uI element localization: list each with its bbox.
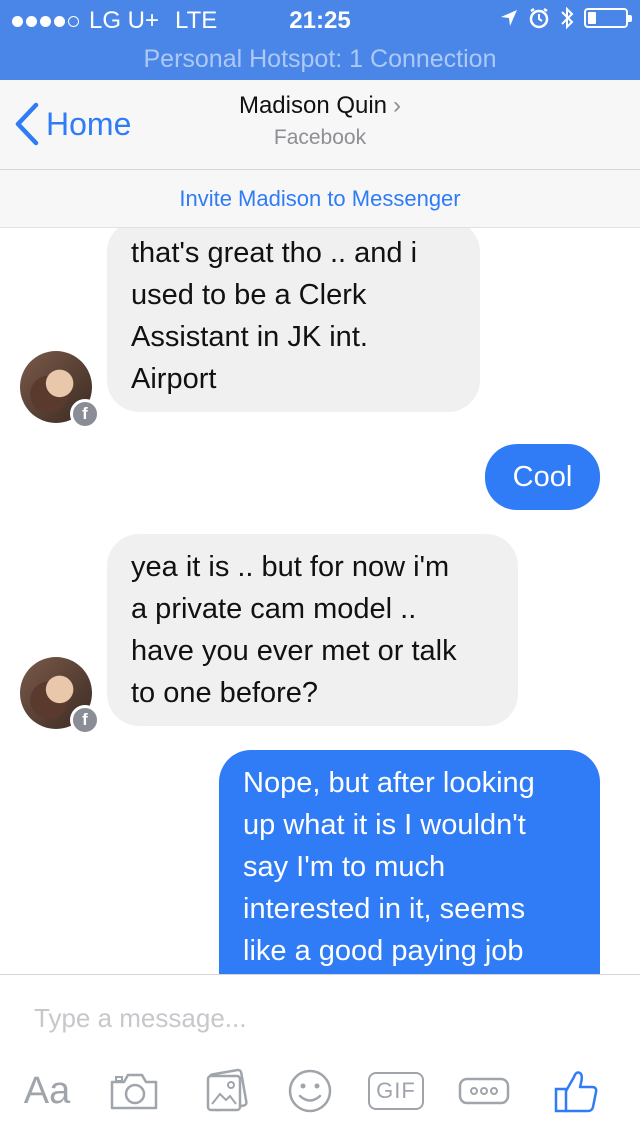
message-line: Airport: [131, 363, 217, 395]
outgoing-message[interactable]: Nope, but after looking up what it is I …: [219, 750, 600, 974]
gif-label: GIF: [376, 1078, 416, 1103]
battery-icon: [584, 8, 632, 28]
incoming-message[interactable]: yea it is .. but for now i'm a private c…: [107, 534, 518, 726]
thumbs-up-icon: [554, 1071, 598, 1113]
gif-icon: GIF: [368, 1072, 424, 1110]
incoming-message[interactable]: that's great tho .. and i used to be a C…: [107, 228, 480, 412]
composer-toolbar: Aa GIF: [0, 1045, 640, 1136]
facebook-badge-icon: f: [70, 705, 100, 735]
more-options-button[interactable]: [456, 1045, 512, 1136]
message-line: used to be a Clerk: [131, 279, 367, 311]
facebook-badge-icon: f: [70, 399, 100, 429]
text-format-label: Aa: [23, 1069, 71, 1112]
like-button[interactable]: [548, 1045, 604, 1136]
avatar[interactable]: f: [20, 657, 100, 735]
message-line: Cool: [512, 461, 573, 493]
message-line: have you ever met or talk: [131, 635, 457, 667]
message-line: interested in it, seems: [243, 893, 526, 925]
location-arrow-icon: [501, 10, 517, 26]
message-list[interactable]: that's great tho .. and i used to be a C…: [0, 228, 640, 974]
message-line: up what it is I wouldn't: [243, 809, 526, 841]
gif-button[interactable]: GIF: [368, 1045, 424, 1136]
message-line: say I'm to much: [243, 851, 446, 883]
message-line: to one before?: [131, 677, 319, 709]
bluetooth-icon: [561, 6, 574, 30]
message-line: that's great tho .. and i: [131, 237, 418, 269]
message-line: Assistant in JK int.: [131, 321, 368, 353]
camera-button[interactable]: [104, 1045, 164, 1136]
emoji-button[interactable]: [284, 1045, 336, 1136]
contact-name-button[interactable]: Madison Quin ›: [0, 92, 640, 120]
alarm-icon: [529, 7, 549, 29]
message-composer: Type a message... Aa GIF: [0, 974, 640, 1136]
message-line: like a good paying job: [243, 935, 524, 967]
smiley-icon: [288, 1069, 332, 1113]
message-line: Nope, but after looking: [243, 767, 535, 799]
text-format-button[interactable]: Aa: [12, 1045, 82, 1136]
camera-icon: [110, 1073, 158, 1110]
more-icon: [458, 1077, 510, 1105]
chevron-right-icon: ›: [393, 92, 402, 119]
conversation-header: Home Madison Quin › Facebook: [0, 80, 640, 170]
personal-hotspot-banner[interactable]: Personal Hotspot: 1 Connection: [0, 40, 640, 80]
contact-name: Madison Quin: [238, 92, 388, 119]
message-line: yea it is .. but for now i'm: [131, 551, 450, 583]
invite-to-messenger-link[interactable]: Invite Madison to Messenger: [0, 170, 640, 228]
status-bar: LG U+ LTE 21:25: [0, 0, 640, 40]
status-right: [500, 6, 632, 30]
message-line: a private cam model ..: [131, 593, 417, 625]
message-input[interactable]: Type a message...: [34, 1003, 246, 1034]
contact-source: Facebook: [273, 126, 367, 149]
outgoing-message[interactable]: Cool: [485, 444, 600, 510]
photo-gallery-button[interactable]: [196, 1045, 256, 1136]
photo-gallery-icon: [206, 1068, 248, 1112]
avatar[interactable]: f: [20, 351, 100, 429]
